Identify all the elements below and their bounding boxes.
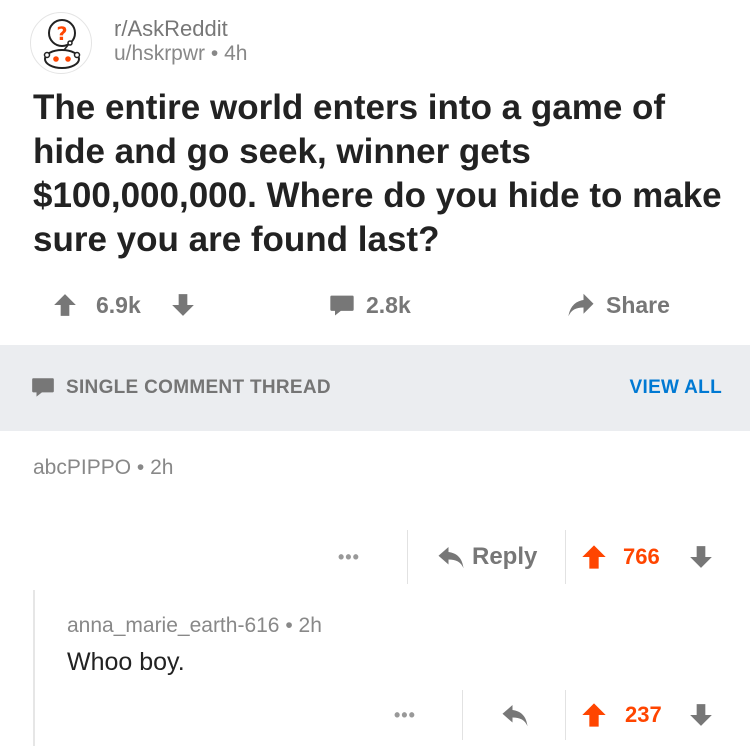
thread-indicator: SINGLE COMMENT THREAD [30,375,331,401]
reply-actions-bar: ••• 237 [0,690,750,744]
action-divider [407,530,408,584]
comment-reply-button[interactable]: Reply [436,534,537,580]
meta-separator: • [285,614,293,637]
meta-separator: • [136,456,145,479]
post-header: ? r/AskReddit u/hskrpwr • 4h [30,8,720,74]
comment-more-button[interactable]: ••• [338,534,360,580]
reply-arrow-icon [438,547,464,569]
reply-score-value: 237 [625,702,662,727]
comment-upvote-button[interactable] [580,534,608,580]
reply-more-button[interactable]: ••• [394,692,416,738]
reply-author[interactable]: anna_marie_earth-616 [67,614,279,637]
comment-bubble-icon [32,378,54,397]
reply-downvote-button[interactable] [688,692,714,738]
post-age: 4h [224,42,248,65]
post-meta: u/hskrpwr • 4h [114,42,247,66]
reply-meta: anna_marie_earth-616 • 2h [67,614,322,638]
comment-score: 766 [623,534,660,580]
comment-actions-bar: ••• Reply 766 [0,530,750,584]
meta-separator: • [210,42,219,65]
subreddit-name[interactable]: r/AskReddit [114,16,228,42]
comment-downvote-button[interactable] [688,534,714,580]
upvote-arrow-icon [582,703,606,727]
downvote-arrow-icon [172,294,194,316]
comment-age: 2h [150,456,174,479]
post-share-button[interactable]: Share [566,282,670,328]
reply-age: 2h [298,614,322,637]
share-label: Share [606,291,670,318]
post-comments-button[interactable]: 2.8k [328,282,411,328]
action-divider [565,530,566,584]
post-comment-count: 2.8k [366,291,411,318]
downvote-arrow-icon [690,704,712,726]
subreddit-avatar[interactable]: ? [30,12,92,74]
svg-text:?: ? [56,23,67,45]
comment-bubble-icon [330,295,354,316]
reply-body: Whoo boy. [67,648,185,676]
thread-label: SINGLE COMMENT THREAD [66,377,331,398]
comment-meta: abcPIPPO • 2h [33,456,173,480]
post-author[interactable]: u/hskrpwr [114,42,205,65]
post-score: 6.9k [96,291,141,318]
downvote-arrow-icon [690,546,712,568]
reply-score: 237 [625,692,662,738]
post-title[interactable]: The entire world enters into a game of h… [33,86,733,262]
more-options-icon: ••• [338,546,360,567]
comment-score-value: 766 [623,544,660,569]
single-comment-thread-bar: SINGLE COMMENT THREAD VIEW ALL [0,345,750,431]
view-all-link[interactable]: VIEW ALL [630,377,722,399]
reply-arrow-icon [502,705,528,727]
askreddit-logo-icon: ? [43,19,81,69]
upvote-arrow-icon [54,294,76,316]
comment-author[interactable]: abcPIPPO [33,456,131,479]
action-divider [565,690,566,740]
post-downvote-button[interactable] [170,282,196,328]
upvote-arrow-icon [582,545,606,569]
reply-label: Reply [472,543,538,570]
reply-reply-button[interactable] [500,692,530,738]
post-upvote-button[interactable] [52,282,78,328]
more-options-icon: ••• [394,704,416,725]
share-arrow-icon [568,293,594,317]
reply-upvote-button[interactable] [580,692,608,738]
action-divider [462,690,463,740]
post-actions-bar: 6.9k 2.8k Share [0,282,750,328]
